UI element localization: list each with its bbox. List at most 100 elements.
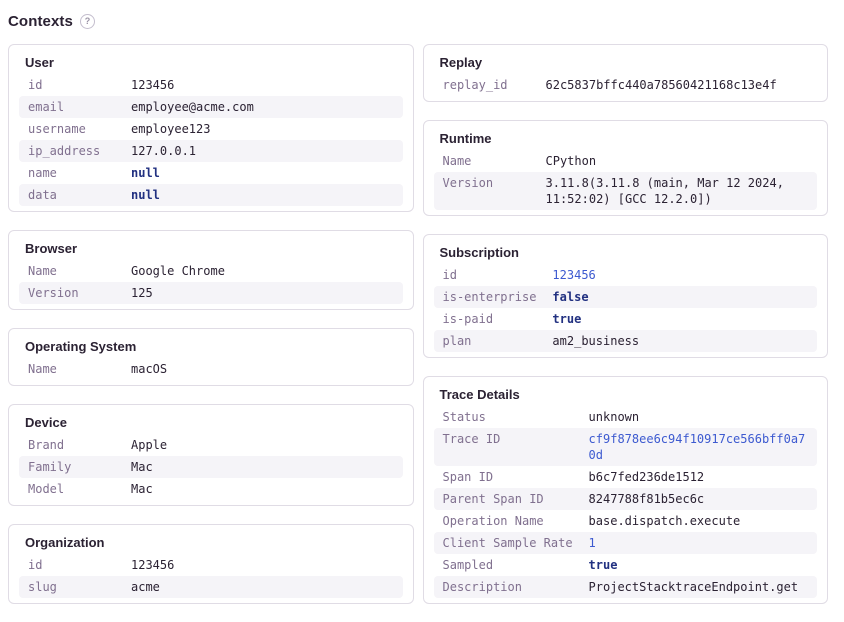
context-row-sampled: Sampledtrue <box>434 554 818 576</box>
context-key: Family <box>19 456 123 478</box>
context-row-plan: planam2_business <box>434 330 818 352</box>
card-title: Browser <box>25 240 403 257</box>
key-value-table: id123456emailemployee@acme.comusernameem… <box>19 74 403 206</box>
context-value: base.dispatch.execute <box>581 510 817 532</box>
context-key: Version <box>19 282 123 304</box>
context-row-parent-span-id: Parent Span ID8247788f81b5ec6c <box>434 488 818 510</box>
context-key: Name <box>19 260 123 282</box>
context-key: name <box>19 162 123 184</box>
context-value: null <box>123 162 403 184</box>
context-row-is-enterprise: is-enterprisefalse <box>434 286 818 308</box>
context-card-trace-details: Trace DetailsStatusunknownTrace IDcf9f87… <box>423 376 829 604</box>
context-value: employee@acme.com <box>123 96 403 118</box>
context-row-description: DescriptionProjectStacktraceEndpoint.get <box>434 576 818 598</box>
context-card-organization: Organization id123456slugacme <box>8 524 414 604</box>
context-column-right: Replay replay_id62c5837bffc440a7856042116… <box>423 44 829 622</box>
context-key: Name <box>434 150 538 172</box>
context-row-model: ModelMac <box>19 478 403 500</box>
context-value: b6c7fed236de1512 <box>581 466 817 488</box>
key-value-table: NameCPythonVersion3.11.8(3.11.8 (main, M… <box>434 150 818 210</box>
context-value: null <box>123 184 403 206</box>
key-value-table: replay_id62c5837bffc440a78560421168c13e4… <box>434 74 818 96</box>
context-key: id <box>19 554 123 576</box>
context-row-name: NameGoogle Chrome <box>19 260 403 282</box>
context-row-status: Statusunknown <box>434 406 818 428</box>
context-row-email: emailemployee@acme.com <box>19 96 403 118</box>
card-title: Subscription <box>440 244 818 261</box>
card-title: Organization <box>25 534 403 551</box>
context-key: email <box>19 96 123 118</box>
key-value-table: StatusunknownTrace IDcf9f878ee6c94f10917… <box>434 406 818 598</box>
context-value: Google Chrome <box>123 260 403 282</box>
context-row-slug: slugacme <box>19 576 403 598</box>
context-columns: Userid123456emailemployee@acme.comuserna… <box>8 44 828 622</box>
key-value-table: NamemacOS <box>19 358 403 380</box>
context-row-replay-id: replay_id62c5837bffc440a78560421168c13e4… <box>434 74 818 96</box>
context-value-link[interactable]: cf9f878ee6c94f10917ce566bff0a70d <box>581 428 817 466</box>
context-value: false <box>544 286 817 308</box>
page-header: Contexts ? <box>8 12 828 31</box>
context-key: Span ID <box>434 466 581 488</box>
context-key: data <box>19 184 123 206</box>
context-card-subscription: Subscription id123456is-enterprisefalseis… <box>423 234 829 358</box>
context-key: Client Sample Rate <box>434 532 581 554</box>
context-row-id: id123456 <box>19 554 403 576</box>
context-value: 1 <box>581 532 817 554</box>
context-value: CPython <box>538 150 818 172</box>
context-key: is-paid <box>434 308 545 330</box>
context-value: employee123 <box>123 118 403 140</box>
context-value: 123456 <box>123 554 403 576</box>
context-row-family: FamilyMac <box>19 456 403 478</box>
context-value: unknown <box>581 406 817 428</box>
context-row-id: id123456 <box>434 264 818 286</box>
card-title: User <box>25 54 403 71</box>
context-key: Model <box>19 478 123 500</box>
context-key: plan <box>434 330 545 352</box>
context-value: 127.0.0.1 <box>123 140 403 162</box>
context-key: is-enterprise <box>434 286 545 308</box>
key-value-table: BrandAppleFamilyMacModelMac <box>19 434 403 500</box>
context-value: macOS <box>123 358 403 380</box>
card-title: Replay <box>440 54 818 71</box>
question-circle-icon[interactable]: ? <box>80 14 95 29</box>
context-key: Description <box>434 576 581 598</box>
context-key: replay_id <box>434 74 538 96</box>
context-value: true <box>581 554 817 576</box>
context-value: 8247788f81b5ec6c <box>581 488 817 510</box>
context-key: Sampled <box>434 554 581 576</box>
context-row-is-paid: is-paidtrue <box>434 308 818 330</box>
context-value: 123456 <box>544 264 817 286</box>
context-row-version: Version125 <box>19 282 403 304</box>
context-value: Mac <box>123 456 403 478</box>
context-card-replay: Replay replay_id62c5837bffc440a7856042116… <box>423 44 829 102</box>
context-row-username: usernameemployee123 <box>19 118 403 140</box>
page-title: Contexts <box>8 12 73 31</box>
key-value-table: id123456slugacme <box>19 554 403 598</box>
context-key: Operation Name <box>434 510 581 532</box>
context-value: 62c5837bffc440a78560421168c13e4f <box>538 74 818 96</box>
context-card-runtime: RuntimeNameCPythonVersion3.11.8(3.11.8 (… <box>423 120 829 216</box>
context-value: am2_business <box>544 330 817 352</box>
context-key: id <box>19 74 123 96</box>
context-value: true <box>544 308 817 330</box>
context-key: ip_address <box>19 140 123 162</box>
context-value: Apple <box>123 434 403 456</box>
key-value-table: id123456is-enterprisefalseis-paidtruepla… <box>434 264 818 352</box>
card-title: Device <box>25 414 403 431</box>
context-row-version: Version3.11.8(3.11.8 (main, Mar 12 2024,… <box>434 172 818 210</box>
key-value-table: NameGoogle ChromeVersion125 <box>19 260 403 304</box>
context-row-id: id123456 <box>19 74 403 96</box>
context-key: id <box>434 264 545 286</box>
context-row-brand: BrandApple <box>19 434 403 456</box>
context-card-browser: Browser NameGoogle ChromeVersion125 <box>8 230 414 310</box>
context-row-ip-address: ip_address127.0.0.1 <box>19 140 403 162</box>
context-key: username <box>19 118 123 140</box>
context-row-data: datanull <box>19 184 403 206</box>
context-row-trace-id: Trace IDcf9f878ee6c94f10917ce566bff0a70d <box>434 428 818 466</box>
context-key: Status <box>434 406 581 428</box>
context-row-name: namenull <box>19 162 403 184</box>
context-row-operation-name: Operation Namebase.dispatch.execute <box>434 510 818 532</box>
contexts-page: Contexts ? Userid123456emailemployee@acm… <box>0 0 844 622</box>
context-key: Version <box>434 172 538 210</box>
context-value: acme <box>123 576 403 598</box>
